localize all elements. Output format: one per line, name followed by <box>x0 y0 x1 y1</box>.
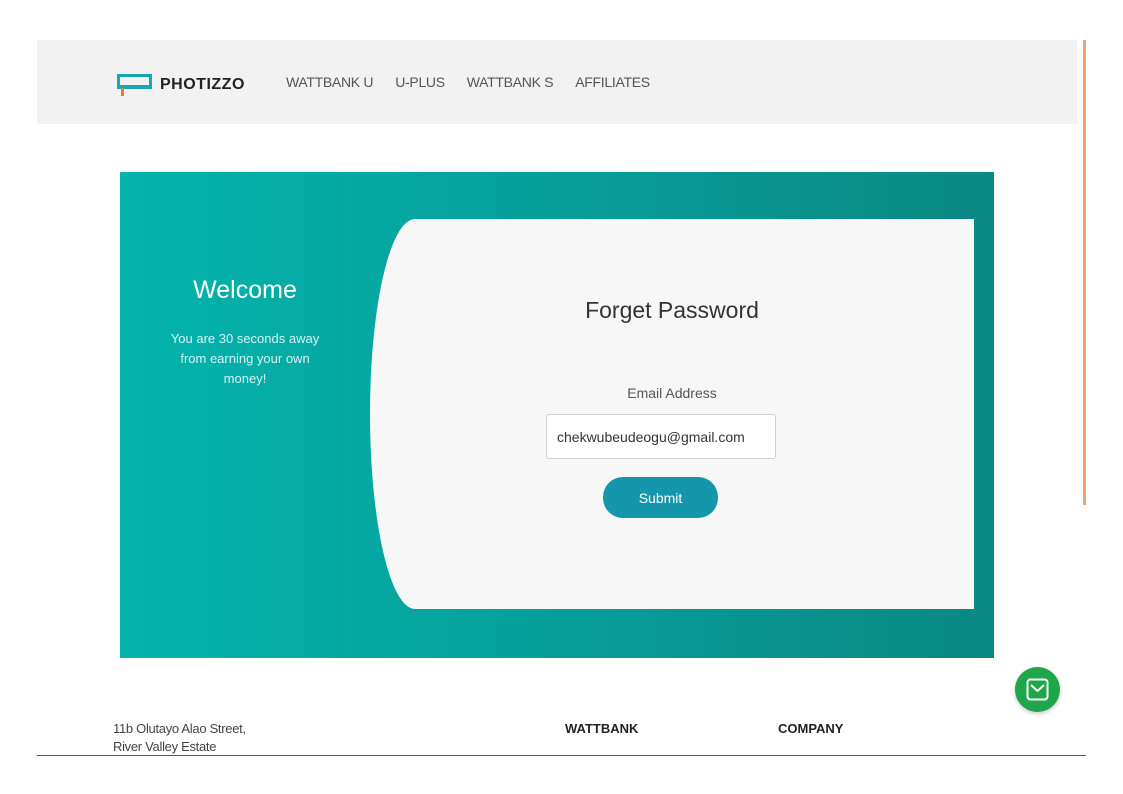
brand-name: PHOTIZZO <box>160 76 245 93</box>
window-bottom-border <box>37 755 1086 756</box>
submit-button[interactable]: Submit <box>603 477 718 518</box>
nav-link-affiliates[interactable]: AFFILIATES <box>575 74 650 90</box>
photizzo-logo-icon <box>117 74 152 96</box>
brand-logo[interactable]: PHOTIZZO <box>117 74 245 96</box>
hero-section: Welcome You are 30 seconds away from ear… <box>120 172 994 658</box>
welcome-text: You are 30 seconds away from earning you… <box>170 331 320 386</box>
mail-icon <box>1026 678 1049 701</box>
contact-mail-button[interactable] <box>1015 667 1060 712</box>
nav-link-u-plus[interactable]: U-PLUS <box>395 74 445 90</box>
nav-link-wattbank-s[interactable]: WATTBANK S <box>467 74 554 90</box>
nav-links: WATTBANK U U-PLUS WATTBANK S AFFILIATES <box>286 74 672 90</box>
address-line-2: River Valley Estate <box>113 739 217 754</box>
form-title: Forget Password <box>585 297 759 323</box>
email-label: Email Address <box>627 385 717 401</box>
email-input[interactable] <box>546 414 776 459</box>
top-navbar: PHOTIZZO WATTBANK U U-PLUS WATTBANK S AF… <box>37 40 1077 124</box>
scrollbar[interactable] <box>1077 40 1086 755</box>
browser-viewport: PHOTIZZO WATTBANK U U-PLUS WATTBANK S AF… <box>37 40 1086 755</box>
footer-address: 11b Olutayo Alao Street, River Valley Es… <box>113 720 246 755</box>
forget-password-card: Forget Password Email Address Submit <box>370 219 974 609</box>
scrollbar-thumb[interactable] <box>1083 40 1086 505</box>
address-line-1: 11b Olutayo Alao Street, <box>113 721 246 736</box>
footer-heading-company: COMPANY <box>778 721 844 736</box>
footer-heading-wattbank: WATTBANK <box>565 721 639 736</box>
welcome-title: Welcome <box>193 276 297 304</box>
nav-link-wattbank-u[interactable]: WATTBANK U <box>286 74 374 90</box>
